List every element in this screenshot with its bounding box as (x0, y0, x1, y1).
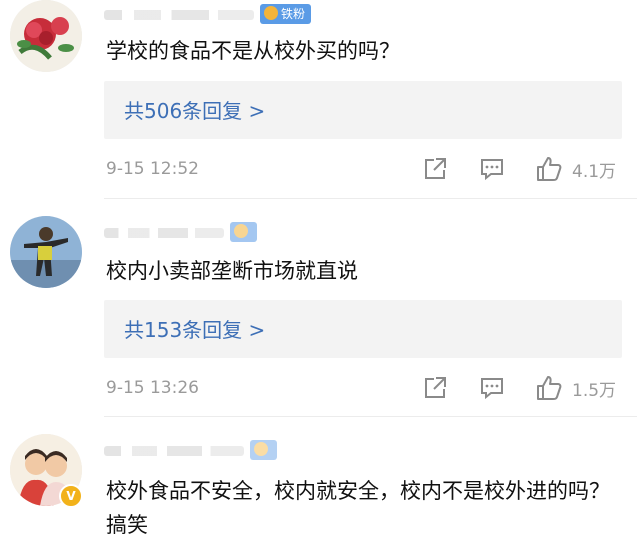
reply-count-link[interactable]: 共506条回复 > (124, 95, 265, 124)
comment-time: 9-15 13:26 (106, 378, 199, 398)
username-row: 铁粉 (104, 4, 312, 26)
comment-text: 校内小卖部垄断市场就直说 (106, 259, 358, 283)
share-button[interactable] (422, 375, 448, 401)
reply-summary[interactable]: 共506条回复 > (104, 81, 622, 139)
like-count: 1.5万 (572, 380, 617, 401)
username[interactable] (104, 10, 254, 20)
like-count: 4.1万 (572, 161, 617, 182)
username-row (104, 440, 277, 462)
comment-button[interactable] (479, 156, 505, 182)
username[interactable] (104, 446, 244, 456)
share-icon (425, 377, 446, 398)
verified-badge: V (59, 484, 83, 508)
divider (104, 198, 637, 199)
comment-icon (481, 159, 503, 181)
share-button[interactable] (422, 156, 448, 182)
divider (104, 416, 637, 417)
heart-icon (254, 442, 268, 456)
comment-text: 校外食品不安全，校内就安全，校内不是校外进的吗？搞笑 (106, 479, 610, 537)
thumbs-up-icon (537, 157, 562, 181)
heart-icon (264, 6, 278, 20)
avatar[interactable] (10, 0, 82, 72)
reply-count-link[interactable]: 共153条回复 > (124, 314, 265, 343)
avatar[interactable] (10, 216, 82, 288)
comment-text: 学校的食品不是从校外买的吗？ (106, 39, 400, 63)
thumbs-up-icon (537, 376, 562, 400)
reply-summary[interactable]: 共153条回复 > (104, 300, 622, 358)
comment-button[interactable] (479, 375, 505, 401)
username-row (104, 222, 257, 244)
comment-time: 9-15 12:52 (106, 159, 199, 179)
like-button[interactable]: 1.5万 (535, 374, 616, 402)
fan-badge (250, 440, 277, 460)
heart-icon (234, 224, 248, 238)
fan-badge (230, 222, 257, 242)
share-icon (425, 158, 446, 179)
comment-icon (481, 378, 503, 400)
like-button[interactable]: 4.1万 (535, 155, 616, 183)
username[interactable] (104, 228, 224, 238)
fan-badge: 铁粉 (260, 4, 312, 24)
fan-badge-label: 铁粉 (281, 7, 306, 21)
